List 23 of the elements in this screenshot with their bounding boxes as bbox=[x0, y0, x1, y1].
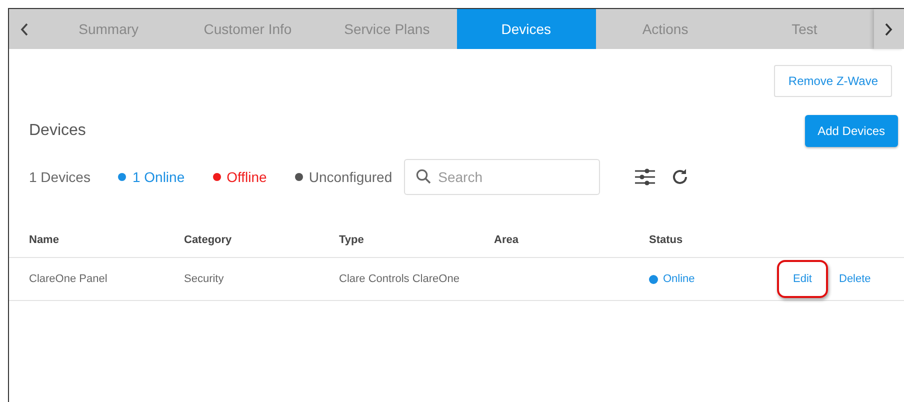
column-header: Status bbox=[649, 234, 684, 246]
status-count: Offline bbox=[226, 169, 267, 185]
chevron-right-icon bbox=[885, 22, 894, 36]
status-label: Online bbox=[663, 273, 695, 285]
status-count: 1 Devices bbox=[29, 169, 90, 185]
chevron-left-icon bbox=[20, 22, 28, 36]
table-cell-text: ClareOne Panel bbox=[29, 273, 108, 285]
table-cell-text: Clare Controls ClareOne bbox=[339, 273, 460, 285]
search-field[interactable]: Search bbox=[404, 159, 600, 195]
column-header: Name bbox=[29, 234, 60, 246]
highlighted-link[interactable]: Edit bbox=[777, 260, 828, 298]
tab[interactable]: Devices bbox=[456, 9, 596, 49]
column-header: Type bbox=[339, 234, 365, 246]
column-header: Category bbox=[184, 234, 233, 246]
add-devices-button[interactable]: Add Devices bbox=[804, 115, 898, 147]
status-count: Unconfigured bbox=[308, 169, 392, 185]
section-title: Devices bbox=[29, 122, 86, 140]
table-cell-text: Security bbox=[184, 273, 225, 285]
status-count: 1 Online bbox=[132, 169, 185, 185]
filter-sliders-icon[interactable] bbox=[634, 168, 656, 186]
column-header: Area bbox=[494, 234, 520, 246]
remove-z-wave-button[interactable]: Remove Z-Wave bbox=[774, 65, 892, 97]
search-icon bbox=[416, 169, 432, 184]
